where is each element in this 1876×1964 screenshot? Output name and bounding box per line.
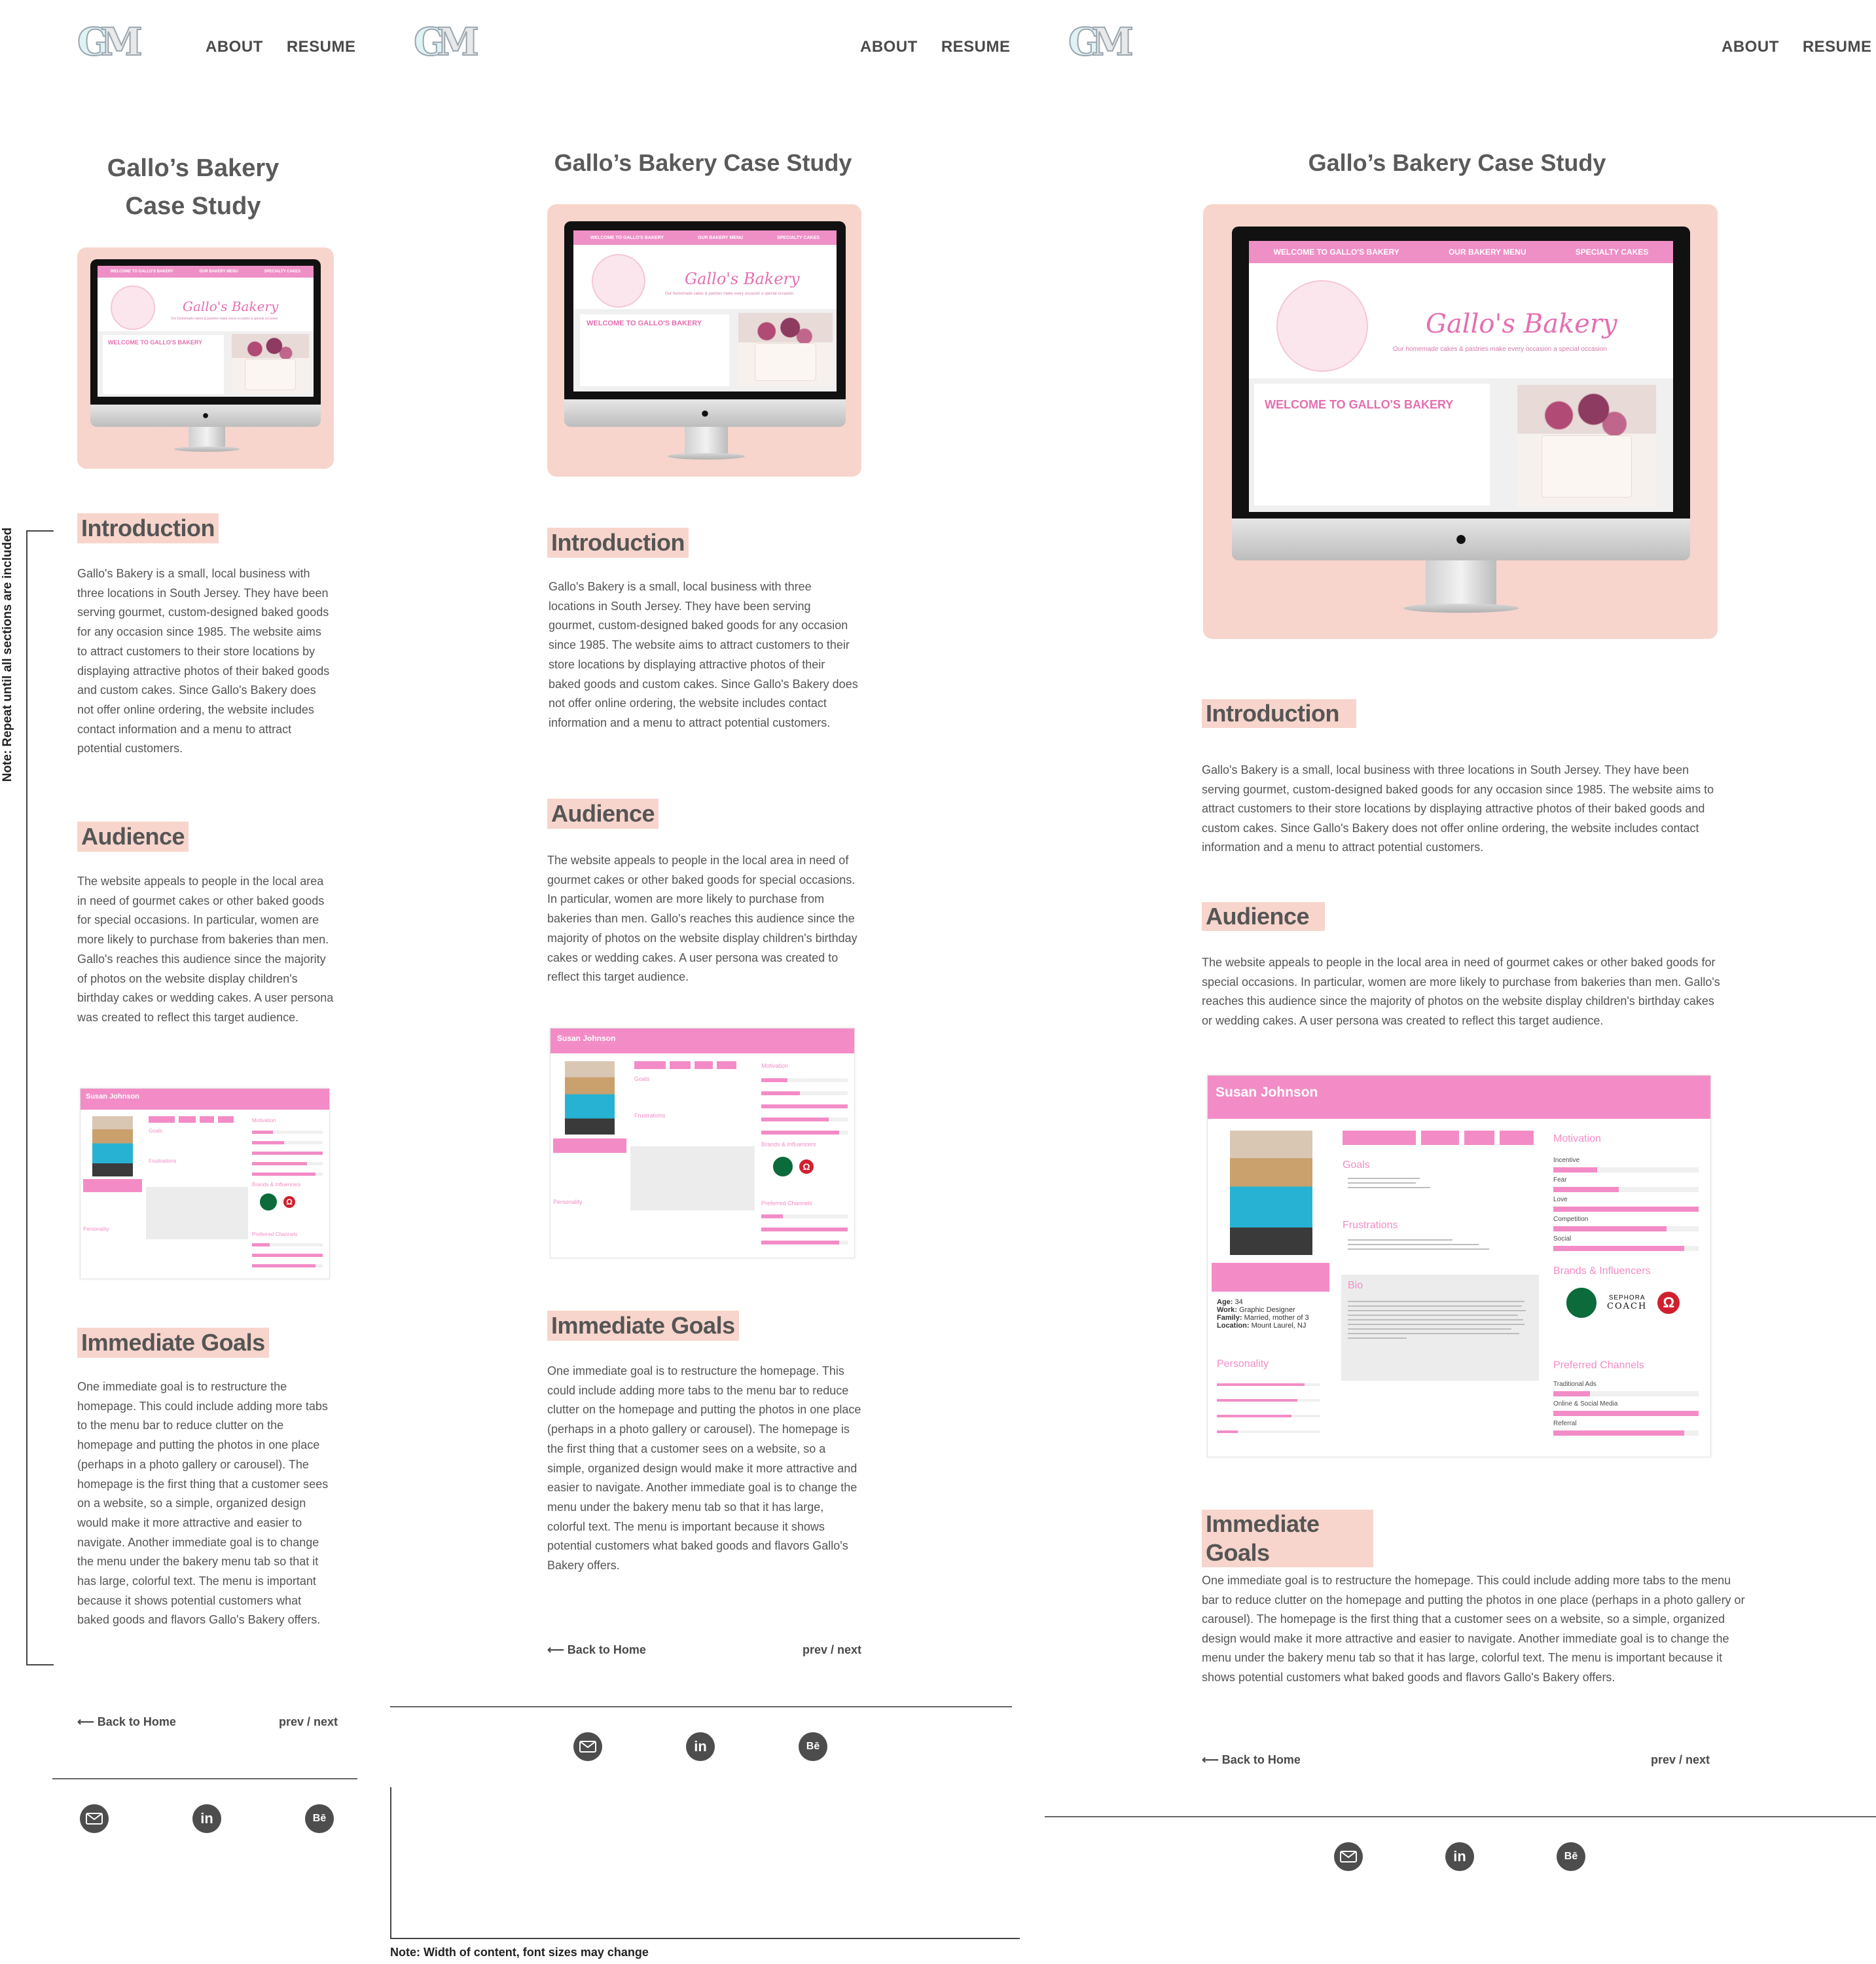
behance-icon[interactable]: Bē [305, 1804, 334, 1833]
website-screen: WELCOME TO GALLO'S BAKERY OUR BAKERY MENU… [98, 266, 314, 397]
persona-demographics: Age: 34 Work: Graphic Designer Family: M… [1217, 1298, 1309, 1330]
goals-heading: Immediate Goals [77, 1328, 269, 1358]
monitor: WELCOME TO GALLO'S BAKERY OUR BAKERY MENU… [564, 221, 846, 464]
audience-heading: Audience [547, 799, 659, 829]
width-note: Note: Width of content, font sizes may c… [390, 1946, 649, 1959]
website-screen: WELCOME TO GALLO'S BAKERY OUR BAKERY MENU… [1249, 241, 1673, 512]
behance-icon[interactable]: Bē [1557, 1842, 1585, 1871]
persona-card: Susan Johnson Goals Frustrations Persona… [550, 1028, 855, 1258]
page-title: Gallo’s Bakery Case Study [1308, 149, 1606, 176]
prev-next-link[interactable]: prev / next [279, 1715, 338, 1729]
audience-text: The website appeals to people in the loc… [1202, 956, 1720, 1027]
nav-about-link[interactable]: ABOUT [1722, 38, 1779, 56]
social-icons: in Bē [573, 1732, 827, 1761]
footer-divider [1045, 1816, 1876, 1817]
audience-heading: Audience [77, 822, 189, 852]
persona-tags [1343, 1131, 1534, 1145]
lululemon-logo: Ω [799, 1159, 814, 1174]
apple-icon: ● [700, 405, 710, 421]
page-title: Gallo’s Bakery Case Study [554, 149, 852, 176]
starbucks-logo [260, 1193, 277, 1210]
behance-icon[interactable]: Bē [799, 1732, 827, 1761]
social-icons: in Bē [1334, 1842, 1585, 1871]
goals-text: One immediate goal is to restructure the… [1202, 1574, 1745, 1684]
page-title: Gallo’s Bakery Case Study [107, 155, 280, 220]
apple-icon: ● [202, 409, 209, 422]
logo[interactable]: GM [1068, 19, 1134, 65]
lululemon-logo: Ω [1657, 1292, 1680, 1314]
intro-heading: Introduction [77, 513, 219, 543]
hero-mockup: WELCOME TO GALLO'S BAKERY OUR BAKERY MENU… [1203, 204, 1718, 639]
nav-resume-link[interactable]: RESUME [287, 38, 356, 56]
goals-heading: Immediate Goals [547, 1311, 739, 1341]
back-to-home-link[interactable]: ⟵ Back to Home [77, 1715, 176, 1729]
width-bracket [390, 1787, 1020, 1939]
persona-photo [1230, 1131, 1312, 1255]
top-nav: ABOUT RESUME [860, 38, 1011, 56]
audience-text: The website appeals to people in the loc… [547, 854, 857, 984]
top-nav: ABOUT RESUME [1722, 38, 1872, 56]
intro-text: Gallo's Bakery is a small, local busines… [77, 567, 330, 755]
intro-text: Gallo's Bakery is a small, local busines… [549, 580, 858, 729]
prev-next-link[interactable]: prev / next [1651, 1753, 1710, 1767]
back-to-home-link[interactable]: ⟵ Back to Home [547, 1643, 646, 1657]
persona-name: Susan Johnson [1208, 1076, 1710, 1119]
website-screen: WELCOME TO GALLO'S BAKERY OUR BAKERY MENU… [573, 230, 837, 391]
prev-next-link[interactable]: prev / next [803, 1643, 861, 1657]
persona-card: Susan Johnson Goals Frustrations Persona… [80, 1088, 330, 1279]
monitor: WELCOME TO GALLO'S BAKERY OUR BAKERY MENU… [90, 259, 321, 456]
hero-mockup: WELCOME TO GALLO'S BAKERY OUR BAKERY MENU… [77, 247, 334, 469]
goals-heading: Immediate Goals [1202, 1510, 1373, 1567]
email-icon[interactable] [80, 1804, 109, 1833]
repeat-bracket [26, 530, 54, 1665]
lululemon-logo: Ω [283, 1196, 295, 1208]
persona-quote [1212, 1263, 1329, 1292]
goals-text: One immediate goal is to restructure the… [77, 1380, 329, 1627]
intro-heading: Introduction [1202, 699, 1356, 728]
audience-text: The website appeals to people in the loc… [77, 875, 334, 1024]
brand-logos: SEPHORA COACH Ω [1566, 1288, 1680, 1318]
repeat-note: Note: Repeat until all sections are incl… [1, 527, 14, 782]
linkedin-icon[interactable]: in [192, 1804, 221, 1833]
back-to-home-link[interactable]: ⟵ Back to Home [1202, 1753, 1301, 1767]
coach-logo: COACH [1607, 1301, 1648, 1311]
email-icon[interactable] [573, 1732, 602, 1761]
sephora-logo: SEPHORA [1608, 1294, 1646, 1301]
hero-mockup: WELCOME TO GALLO'S BAKERY OUR BAKERY MENU… [547, 204, 861, 477]
linkedin-icon[interactable]: in [1445, 1842, 1474, 1871]
intro-heading: Introduction [547, 528, 689, 558]
persona-bio: Bio [1341, 1275, 1539, 1381]
starbucks-logo [773, 1157, 793, 1176]
goals-text: One immediate goal is to restructure the… [547, 1364, 861, 1573]
nav-about-link[interactable]: ABOUT [860, 38, 918, 56]
email-icon[interactable] [1334, 1842, 1363, 1871]
nav-resume-link[interactable]: RESUME [941, 38, 1011, 56]
persona-card: Susan Johnson Goals Frustrations Bio Age… [1207, 1075, 1711, 1457]
logo[interactable]: GM [77, 19, 143, 65]
audience-heading: Audience [1202, 902, 1325, 931]
linkedin-icon[interactable]: in [686, 1732, 715, 1761]
nav-about-link[interactable]: ABOUT [206, 38, 263, 56]
intro-text: Gallo's Bakery is a small, local busines… [1202, 763, 1714, 854]
starbucks-logo [1566, 1288, 1596, 1318]
footer-divider [390, 1706, 1012, 1707]
monitor: WELCOME TO GALLO'S BAKERY OUR BAKERY MENU… [1232, 227, 1690, 619]
top-nav: ABOUT RESUME [206, 38, 356, 56]
nav-resume-link[interactable]: RESUME [1803, 38, 1872, 56]
social-icons: in Bē [80, 1804, 334, 1833]
footer-divider [52, 1778, 357, 1779]
logo[interactable]: GM [413, 19, 480, 65]
apple-icon: ● [1454, 526, 1468, 550]
